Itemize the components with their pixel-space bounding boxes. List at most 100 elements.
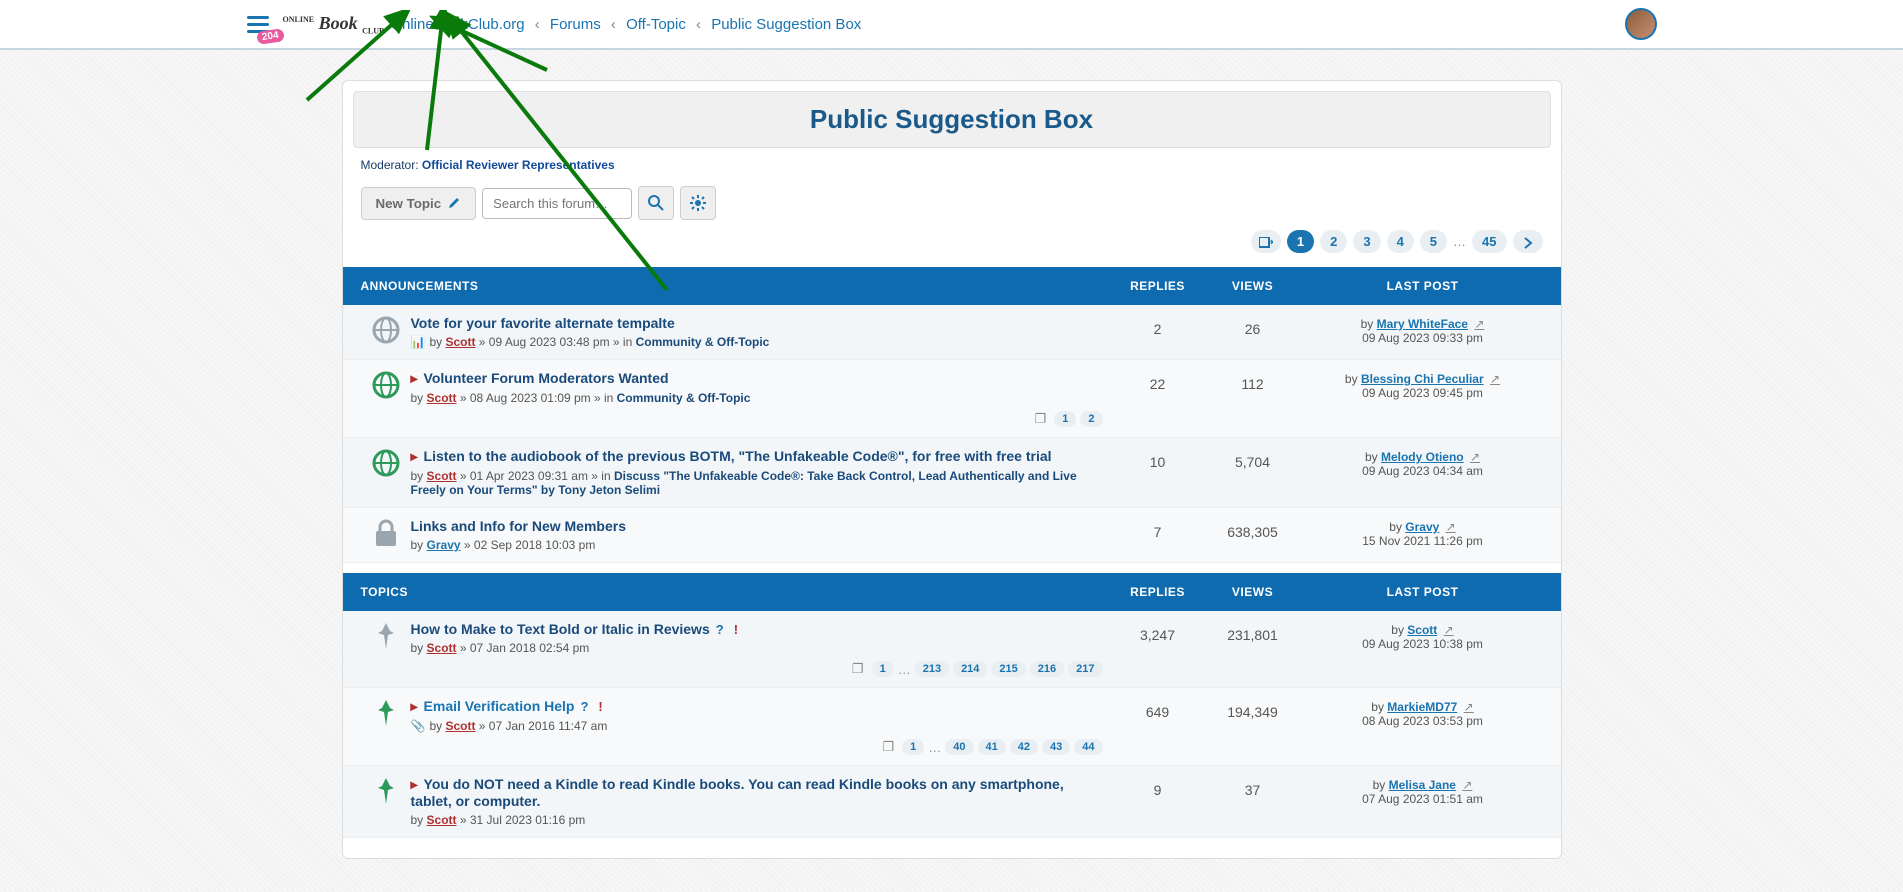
topic-meta: by Gravy » 02 Sep 2018 10:03 pm xyxy=(411,538,1103,552)
copy-icon: ❐ xyxy=(852,661,864,677)
last-author-link[interactable]: Gravy xyxy=(1405,520,1439,534)
last-author-link[interactable]: Mary WhiteFace xyxy=(1377,317,1468,331)
topic-row: ▸Email Verification Help?!📎by Scott » 07… xyxy=(343,688,1561,766)
author-link[interactable]: Scott xyxy=(427,641,457,655)
page-jump-icon xyxy=(1259,237,1273,249)
goto-post-icon[interactable]: ↗ xyxy=(1462,778,1472,792)
goto-post-icon[interactable]: ↗ xyxy=(1490,372,1500,386)
crumb-0[interactable]: OnlineBookClub.org xyxy=(390,16,524,33)
page-next[interactable] xyxy=(1513,230,1543,253)
goto-post-icon[interactable]: ↗ xyxy=(1444,623,1454,637)
last-author-link[interactable]: Blessing Chi Peculiar xyxy=(1361,372,1484,386)
topic-meta: by Scott » 01 Apr 2023 09:31 am » in Dis… xyxy=(411,469,1103,497)
col-announcements: ANNOUNCEMENTS xyxy=(361,279,1113,293)
priority-icon: ! xyxy=(598,699,602,714)
topic-title[interactable]: Email Verification Help xyxy=(424,698,575,714)
col-replies: REPLIES xyxy=(1113,585,1203,599)
mini-page[interactable]: 216 xyxy=(1030,661,1064,677)
author-link[interactable]: Scott xyxy=(445,335,475,349)
priority-icon: ! xyxy=(734,622,738,637)
author-link[interactable]: Scott xyxy=(445,719,475,733)
mini-page[interactable]: 213 xyxy=(915,661,949,677)
author-link[interactable]: Scott xyxy=(427,469,457,483)
announcements-list: Vote for your favorite alternate tempalt… xyxy=(343,305,1561,563)
moderator-link[interactable]: Official Reviewer Representatives xyxy=(422,158,615,172)
mini-page[interactable]: 40 xyxy=(945,739,973,755)
author-link[interactable]: Gravy xyxy=(427,538,461,552)
last-post: by Mary WhiteFace ↗09 Aug 2023 09:33 pm xyxy=(1303,315,1543,345)
lock-icon xyxy=(372,518,400,548)
forum-link[interactable]: Community & Off-Topic xyxy=(636,335,770,349)
topic-mini-pages: ❐ 12 xyxy=(1035,411,1103,427)
mini-page[interactable]: 1 xyxy=(872,661,894,677)
forum-link[interactable]: Discuss "The Unfakeable Code®: Take Back… xyxy=(411,469,1077,497)
pin-icon xyxy=(374,698,398,728)
logo-main: Book xyxy=(319,13,358,33)
page-jump-button[interactable] xyxy=(1251,230,1281,253)
author-link[interactable]: Scott xyxy=(427,813,457,827)
last-author-link[interactable]: Melody Otieno xyxy=(1381,450,1464,464)
col-last-post: LAST POST xyxy=(1303,279,1543,293)
mini-page[interactable]: 215 xyxy=(991,661,1025,677)
copy-icon: ❐ xyxy=(1035,411,1047,427)
goto-post-icon[interactable]: ↗ xyxy=(1474,317,1484,331)
topics-list: How to Make to Text Bold or Italic in Re… xyxy=(343,611,1561,838)
row-icon xyxy=(361,621,411,651)
pin-icon xyxy=(374,621,398,651)
unread-icon: ▸ xyxy=(411,698,418,714)
topic-title[interactable]: Listen to the audiobook of the previous … xyxy=(424,448,1052,464)
crumb-1[interactable]: Forums xyxy=(550,16,601,33)
last-post: by Scott ↗09 Aug 2023 10:38 pm xyxy=(1303,621,1543,651)
mini-page[interactable]: 42 xyxy=(1010,739,1038,755)
mini-page[interactable]: 41 xyxy=(978,739,1006,755)
topics-header: TOPICS REPLIES VIEWS LAST POST xyxy=(343,573,1561,611)
topic-title[interactable]: How to Make to Text Bold or Italic in Re… xyxy=(411,621,710,637)
page-3[interactable]: 3 xyxy=(1353,230,1380,253)
topic-title[interactable]: Volunteer Forum Moderators Wanted xyxy=(424,370,669,386)
mini-ellipsis: … xyxy=(928,740,941,755)
page-last[interactable]: 45 xyxy=(1472,230,1506,253)
goto-post-icon[interactable]: ↗ xyxy=(1464,700,1474,714)
settings-button[interactable] xyxy=(680,186,716,220)
forum-link[interactable]: Community & Off-Topic xyxy=(617,391,751,405)
topic-title[interactable]: Links and Info for New Members xyxy=(411,518,626,534)
mini-page[interactable]: 214 xyxy=(953,661,987,677)
mini-page[interactable]: 217 xyxy=(1068,661,1102,677)
replies-count: 2 xyxy=(1113,315,1203,337)
topic-title[interactable]: You do NOT need a Kindle to read Kindle … xyxy=(411,776,1064,809)
search-input[interactable] xyxy=(482,188,632,219)
col-last-post: LAST POST xyxy=(1303,585,1543,599)
new-topic-button[interactable]: New Topic xyxy=(361,187,477,220)
last-author-link[interactable]: MarkieMD77 xyxy=(1387,700,1457,714)
replies-count: 22 xyxy=(1113,370,1203,392)
replies-count: 649 xyxy=(1113,698,1203,720)
page-5[interactable]: 5 xyxy=(1420,230,1447,253)
topic-title[interactable]: Vote for your favorite alternate tempalt… xyxy=(411,315,675,331)
last-post: by Gravy ↗15 Nov 2021 11:26 pm xyxy=(1303,518,1543,548)
mini-page[interactable]: 1 xyxy=(902,739,924,755)
last-author-link[interactable]: Scott xyxy=(1407,623,1437,637)
row-main: Links and Info for New Members by Gravy »… xyxy=(411,518,1113,552)
site-logo[interactable]: ONLINE Book CLUB xyxy=(283,13,385,36)
avatar[interactable] xyxy=(1625,8,1657,40)
last-author-link[interactable]: Melisa Jane xyxy=(1389,778,1456,792)
page-ellipsis: … xyxy=(1453,234,1466,249)
mini-page[interactable]: 43 xyxy=(1042,739,1070,755)
page-2[interactable]: 2 xyxy=(1320,230,1347,253)
views-count: 231,801 xyxy=(1203,621,1303,643)
search-button[interactable] xyxy=(638,186,674,220)
col-replies: REPLIES xyxy=(1113,279,1203,293)
mini-page[interactable]: 2 xyxy=(1080,411,1102,427)
mini-page[interactable]: 1 xyxy=(1054,411,1076,427)
page-4[interactable]: 4 xyxy=(1387,230,1414,253)
topic-row: ▸You do NOT need a Kindle to read Kindle… xyxy=(343,766,1561,838)
moderator-line: Moderator: Official Reviewer Representat… xyxy=(361,158,1543,172)
crumb-3[interactable]: Public Suggestion Box xyxy=(711,16,861,33)
goto-post-icon[interactable]: ↗ xyxy=(1446,520,1456,534)
mini-page[interactable]: 44 xyxy=(1074,739,1102,755)
menu-button[interactable]: 204 xyxy=(247,16,269,33)
crumb-2[interactable]: Off-Topic xyxy=(626,16,686,33)
author-link[interactable]: Scott xyxy=(427,391,457,405)
page-1[interactable]: 1 xyxy=(1287,230,1314,253)
goto-post-icon[interactable]: ↗ xyxy=(1470,450,1480,464)
